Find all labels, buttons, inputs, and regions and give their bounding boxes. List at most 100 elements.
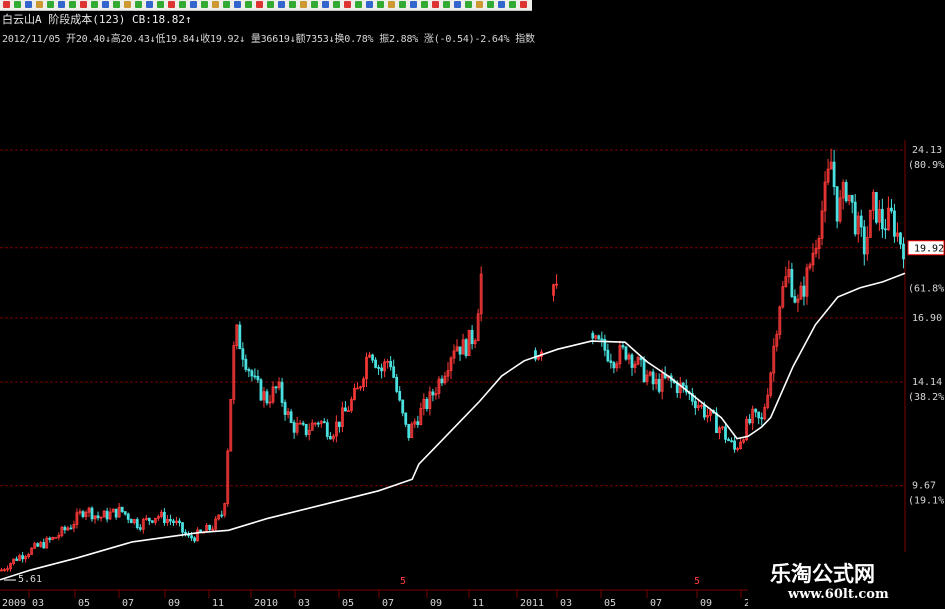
candle-body xyxy=(265,391,269,404)
candle-body xyxy=(280,381,284,403)
candle-body xyxy=(138,527,142,530)
candle-body xyxy=(681,382,685,387)
candle-body xyxy=(344,407,347,412)
candle-body xyxy=(844,182,848,202)
candle-body xyxy=(172,520,175,524)
candle-body xyxy=(624,346,628,360)
candle-body xyxy=(123,511,127,515)
candle-body xyxy=(389,360,393,368)
candle-body xyxy=(304,423,308,436)
candle-body xyxy=(169,518,172,522)
x-tick-label: 03 xyxy=(560,598,572,609)
candle-body xyxy=(874,192,878,223)
candle-body xyxy=(90,507,94,520)
y-tick-pct: (80.9%) xyxy=(908,160,945,171)
candle-body xyxy=(730,440,733,443)
candle-body xyxy=(371,354,374,361)
candle-body xyxy=(322,421,326,424)
candle-body xyxy=(135,519,139,529)
candle-body xyxy=(398,391,402,401)
candle-body xyxy=(395,376,399,392)
candle-body xyxy=(392,366,396,378)
candle-body xyxy=(702,404,706,418)
candle-body xyxy=(36,543,40,547)
candle-body xyxy=(163,511,166,523)
chart-window: 白云山A 阶段成本(123) CB:18.82↑ 2012/11/05 开20.… xyxy=(0,0,945,609)
x-tick-label: 07 xyxy=(122,598,134,609)
candle-body xyxy=(754,408,758,413)
candle-body xyxy=(612,362,616,369)
candlestick-chart[interactable]: 24.13 (80.9%) 19.92 (61.8%) 16.90 14.14 (38.2%… xyxy=(0,0,945,609)
candle-body xyxy=(835,186,839,222)
candle-body xyxy=(859,215,863,228)
x-tick-label: 07 xyxy=(382,598,394,609)
candle-body xyxy=(374,359,377,368)
candle-body xyxy=(377,367,380,369)
candle-body xyxy=(241,348,245,360)
candle-body xyxy=(404,412,408,425)
candle-body xyxy=(274,386,278,389)
x-tick-label: 05 xyxy=(604,598,616,609)
y-tick-label: 9.67 xyxy=(912,481,936,492)
y-tick-label: 19.92 xyxy=(914,244,944,255)
y-tick-label: 16.90 xyxy=(912,313,942,324)
period-marker: 5 xyxy=(400,576,406,587)
candle-body xyxy=(407,423,411,439)
candle-body xyxy=(247,369,251,372)
x-tick-label: 09 xyxy=(430,598,442,609)
candle-body xyxy=(147,517,151,522)
candle-body xyxy=(899,232,902,245)
candle-body xyxy=(21,555,25,560)
candle-body xyxy=(181,522,184,533)
x-tick-label: 2011 xyxy=(520,598,544,609)
candle-body xyxy=(337,421,341,427)
candle-body xyxy=(292,422,296,433)
candle-body xyxy=(244,358,248,370)
candle-body xyxy=(715,412,718,434)
watermark-title: 乐淘公式网 xyxy=(770,561,875,586)
candle-body xyxy=(724,426,727,440)
candle-body xyxy=(253,375,257,378)
candle-body xyxy=(790,268,794,297)
candle-body xyxy=(893,210,896,237)
candle-body xyxy=(470,329,474,345)
candle-body xyxy=(748,418,752,424)
candle-body xyxy=(416,421,420,426)
candle-body xyxy=(190,535,193,539)
cost-line xyxy=(0,272,906,581)
candle-body xyxy=(356,387,359,390)
candle-body xyxy=(256,375,260,381)
candle-body xyxy=(464,339,468,357)
candle-body xyxy=(114,508,118,518)
y-tick-pct: (61.8%) xyxy=(908,284,945,295)
x-tick-label: 11 xyxy=(472,598,484,609)
x-tick-label: 07 xyxy=(650,598,662,609)
y-tick-pct: (19.1%) xyxy=(908,496,945,507)
x-tick-label: 2009 xyxy=(2,598,26,609)
candle-body xyxy=(178,520,181,523)
candle-body xyxy=(42,542,46,549)
candle-body xyxy=(150,520,154,523)
candle-body xyxy=(832,161,836,188)
low-price-marker: 5.61 xyxy=(18,574,42,585)
candle-body xyxy=(883,228,887,231)
x-tick-label: 09 xyxy=(700,598,712,609)
candle-body xyxy=(890,207,893,212)
candle-body xyxy=(81,511,85,517)
watermark-url: www.60lt.com xyxy=(788,587,889,602)
candle-body xyxy=(250,370,254,377)
x-tick-label: 05 xyxy=(78,598,90,609)
candle-body xyxy=(657,378,661,392)
candle-body xyxy=(69,527,73,530)
candle-body xyxy=(902,243,905,260)
x-tick-label: 2010 xyxy=(254,598,278,609)
candle-body xyxy=(325,422,329,437)
watermark: 乐淘公式网 www.60lt.com xyxy=(748,552,945,609)
candle-body xyxy=(289,411,293,423)
candle-body xyxy=(597,335,601,340)
candle-body xyxy=(630,354,634,368)
candle-body xyxy=(54,536,58,539)
candle-body xyxy=(328,436,332,440)
candle-body xyxy=(301,422,305,425)
candle-body xyxy=(600,338,604,341)
